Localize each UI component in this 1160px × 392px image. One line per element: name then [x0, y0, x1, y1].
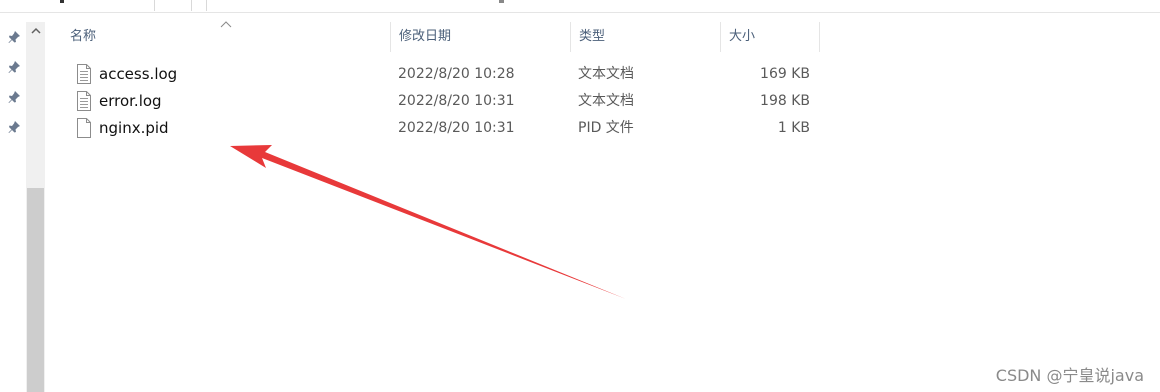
- file-type: PID 文件: [578, 120, 634, 136]
- address-text-fragment: [499, 0, 504, 3]
- column-header-date[interactable]: 修改日期: [390, 22, 570, 52]
- file-modified-date: 2022/8/20 10:28: [398, 66, 515, 82]
- scrollbar-thumb[interactable]: [27, 188, 44, 392]
- column-header-row: 名称 修改日期 类型 大小: [46, 21, 1160, 52]
- pin-icon[interactable]: [7, 90, 21, 104]
- file-modified-date: 2022/8/20 10:31: [398, 93, 515, 109]
- watermark-text: CSDN @宁皇说java: [995, 366, 1144, 385]
- navigation-pane: [0, 22, 26, 392]
- file-name: access.log: [99, 65, 178, 83]
- file-size: 1 KB: [777, 120, 810, 136]
- file-size: 198 KB: [760, 93, 810, 109]
- column-header-type[interactable]: 类型: [570, 22, 720, 52]
- file-row[interactable]: access.log 2022/8/20 10:28 文本文档 169 KB: [62, 61, 832, 88]
- pin-icon[interactable]: [7, 60, 21, 74]
- file-size: 169 KB: [760, 66, 810, 82]
- chevron-up-icon: [30, 27, 41, 34]
- column-header-size[interactable]: 大小: [720, 22, 820, 52]
- toolbar-nav-buttons[interactable]: [0, 0, 155, 11]
- file-type: 文本文档: [578, 93, 634, 109]
- file-type: 文本文档: [578, 66, 634, 82]
- scroll-up-button[interactable]: [26, 22, 45, 42]
- file-row[interactable]: error.log 2022/8/20 10:31 文本文档 198 KB: [62, 88, 832, 115]
- text-document-icon: [76, 91, 92, 111]
- annotation-arrow: [230, 145, 626, 299]
- text-document-icon: [76, 64, 92, 84]
- file-modified-date: 2022/8/20 10:31: [398, 120, 515, 136]
- column-header-name[interactable]: 名称: [62, 22, 390, 52]
- pin-icon[interactable]: [7, 120, 21, 134]
- file-name: error.log: [99, 92, 162, 110]
- toolbar-up-button[interactable]: [155, 0, 192, 11]
- address-bar[interactable]: [206, 0, 1160, 11]
- toolbar-glyph: [60, 0, 64, 3]
- file-row[interactable]: nginx.pid 2022/8/20 10:31 PID 文件 1 KB: [62, 115, 832, 142]
- toolbar-strip: [0, 0, 1160, 13]
- file-name: nginx.pid: [99, 119, 169, 137]
- pin-icon[interactable]: [7, 30, 21, 44]
- blank-file-icon: [76, 118, 92, 138]
